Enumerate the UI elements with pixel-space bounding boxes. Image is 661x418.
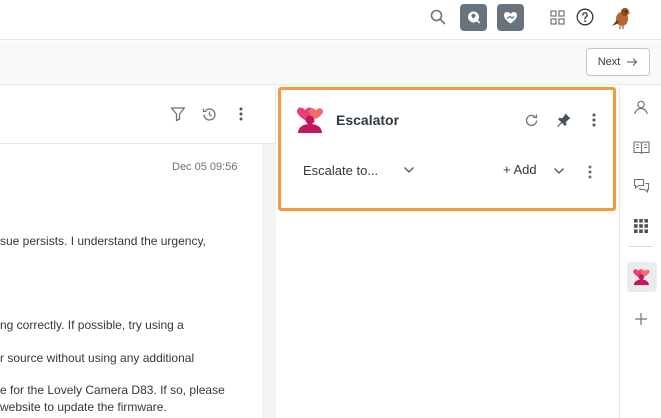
bird-avatar[interactable] (608, 3, 636, 31)
message-line: website to update the firmware. (0, 400, 167, 414)
help-icon[interactable] (574, 6, 596, 28)
add-button[interactable]: + Add (503, 162, 537, 177)
user-icon[interactable] (632, 98, 650, 116)
chevron-down-icon[interactable] (553, 166, 565, 176)
plus-icon[interactable] (632, 310, 650, 328)
grid-icon[interactable] (548, 8, 566, 26)
refresh-icon[interactable] (523, 112, 539, 128)
rail-divider (629, 246, 653, 247)
conversation-header (0, 86, 276, 144)
search-icon[interactable] (428, 7, 448, 27)
message-timestamp: Dec 05 09:56 (172, 161, 238, 173)
book-icon[interactable] (632, 138, 650, 156)
chat-icon[interactable] (632, 177, 650, 195)
apps-grid-icon[interactable] (632, 217, 650, 235)
escalator-app-card: Escalator Escalate to... + Add (278, 87, 616, 211)
right-rail (621, 86, 661, 418)
chevron-down-icon (404, 167, 414, 173)
arrow-right-icon (627, 58, 638, 66)
message-line: e for the Lovely Camera D83. If so, plea… (0, 383, 225, 397)
more-vertical-icon[interactable] (585, 164, 595, 180)
escalate-to-select[interactable]: Escalate to... (303, 158, 415, 182)
scrollbar[interactable] (262, 144, 276, 418)
filter-icon[interactable] (169, 105, 187, 123)
escalator-title: Escalator (336, 112, 400, 128)
message-line: ng correctly. If possible, try using a (0, 318, 184, 332)
message-line: sue persists. I understand the urgency, (0, 234, 206, 248)
ticket-subbar: Next (0, 41, 661, 85)
message-line: r source without using any additional (0, 351, 195, 365)
escalate-to-label: Escalate to... (303, 162, 379, 178)
app-icon[interactable] (460, 4, 487, 31)
top-bar (0, 0, 661, 40)
more-vertical-icon[interactable] (234, 105, 248, 123)
next-button-label: Next (597, 56, 621, 68)
more-vertical-icon[interactable] (589, 112, 599, 128)
conversation-pane: Dec 05 09:56 sue persists. I understand … (0, 86, 276, 418)
history-icon[interactable] (200, 105, 218, 123)
pin-icon[interactable] (555, 111, 573, 129)
app-icon[interactable] (497, 4, 524, 31)
next-button[interactable]: Next (586, 48, 650, 76)
escalator-app-icon[interactable] (627, 262, 657, 292)
escalator-logo (295, 106, 327, 134)
